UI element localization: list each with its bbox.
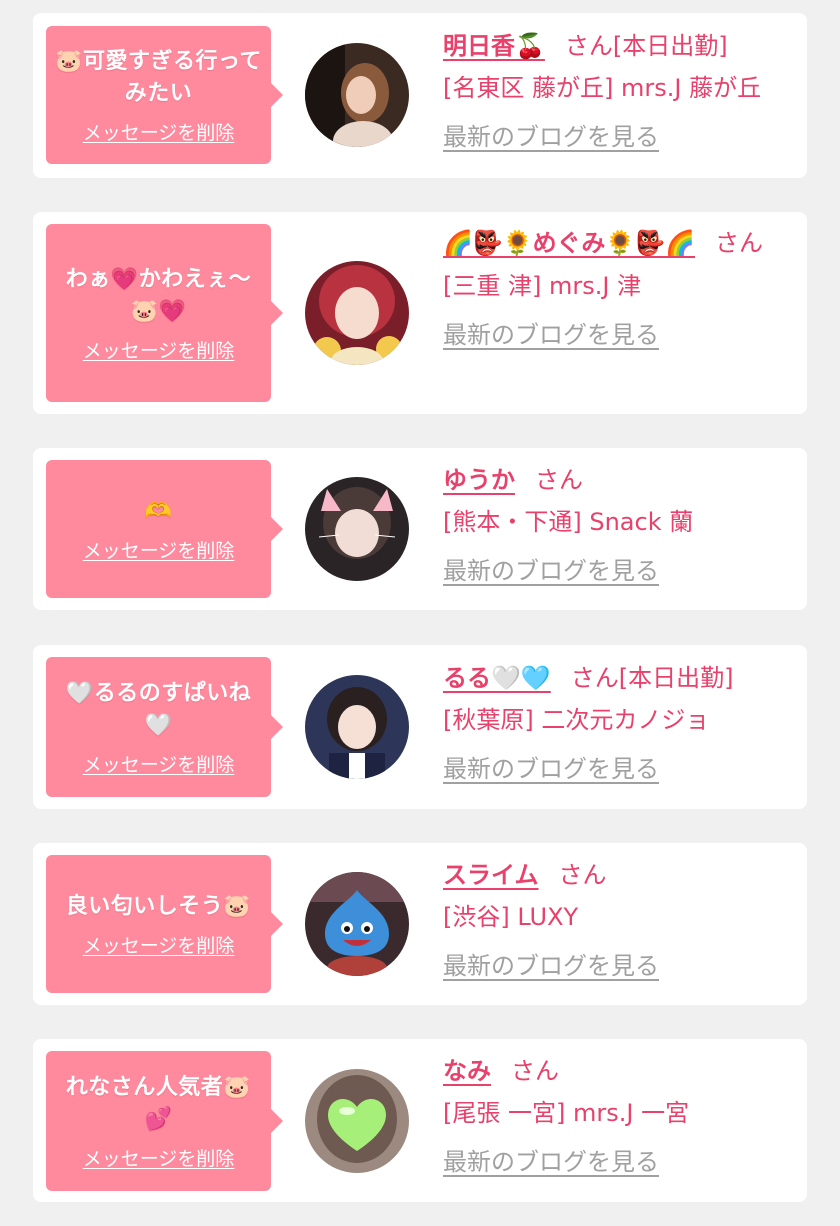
latest-blog-link[interactable]: 最新のブログを見る bbox=[443, 949, 659, 983]
profile-name-link[interactable]: スライム bbox=[443, 861, 539, 889]
heart-covered-photo-icon bbox=[305, 1069, 409, 1173]
profile-info: なみ さん [尾張 一宮] mrs.J 一宮 最新のブログを見る bbox=[443, 1053, 795, 1179]
avatar[interactable] bbox=[305, 261, 409, 365]
name-line: ゆうか さん bbox=[443, 462, 795, 498]
name-line: 🌈👺🌻めぐみ🌻👺🌈 さん bbox=[443, 224, 795, 262]
profile-name-link[interactable]: ゆうか bbox=[443, 466, 515, 494]
shop-info: [秋葉原] 二次元カノジョ bbox=[443, 706, 710, 734]
honorific: さん bbox=[511, 1057, 559, 1085]
woman-photo-icon bbox=[305, 261, 409, 365]
message-bubble: 🤍るるのすぱいね🤍 メッセージを削除 bbox=[46, 657, 283, 797]
profile-info: 明日香🍒 さん[本日出勤] [名東区 藤が丘] mrs.J 藤が丘 最新のブログを… bbox=[443, 28, 795, 154]
woman-photo-icon bbox=[305, 675, 409, 779]
profile-info: スライム さん [渋谷] LUXY 最新のブログを見る bbox=[443, 857, 795, 983]
profile-name-link[interactable]: 🌈👺🌻めぐみ🌻👺🌈 bbox=[443, 229, 695, 257]
message-bubble: 🫶 メッセージを削除 bbox=[46, 460, 283, 598]
profile-name-link[interactable]: るる🤍🩵 bbox=[443, 664, 551, 692]
message-card: 🫶 メッセージを削除 ゆうか さん [熊本・下通] Snack 蘭 最新のブログを… bbox=[33, 448, 807, 610]
avatar[interactable] bbox=[305, 43, 409, 147]
name-line: 明日香🍒 さん[本日出勤] bbox=[443, 28, 795, 64]
message-card: わぁ💗かわえぇ〜🐷💗 メッセージを削除 🌈👺🌻めぐみ🌻👺🌈 さん [三重 津] m… bbox=[33, 212, 807, 414]
message-card: 🐷可愛すぎる行ってみたい メッセージを削除 明日香🍒 さん[本日出勤] [名東区 … bbox=[33, 13, 807, 178]
shop-info: [名東区 藤が丘] mrs.J 藤が丘 bbox=[443, 74, 762, 102]
delete-message-link[interactable]: メッセージを削除 bbox=[83, 118, 235, 145]
honorific: さん bbox=[535, 466, 583, 494]
profile-name-link[interactable]: なみ bbox=[443, 1057, 491, 1085]
message-card: 良い匂いしそう🐷 メッセージを削除 スライム さん [渋谷] LUXY 最新のブロ… bbox=[33, 843, 807, 1005]
latest-blog-link[interactable]: 最新のブログを見る bbox=[443, 120, 659, 154]
honorific: さん bbox=[570, 664, 619, 692]
delete-message-link[interactable]: メッセージを削除 bbox=[83, 1144, 235, 1171]
message-card: 🤍るるのすぱいね🤍 メッセージを削除 るる🤍🩵 さん[本日出勤] [秋葉原] 二次… bbox=[33, 645, 807, 809]
woman-photo-icon bbox=[305, 477, 409, 581]
honorific: さん bbox=[715, 229, 764, 257]
woman-photo-icon bbox=[305, 43, 409, 147]
avatar[interactable] bbox=[305, 477, 409, 581]
avatar[interactable] bbox=[305, 1069, 409, 1173]
message-bubble: わぁ💗かわえぇ〜🐷💗 メッセージを削除 bbox=[46, 224, 283, 402]
profile-info: ゆうか さん [熊本・下通] Snack 蘭 最新のブログを見る bbox=[443, 462, 795, 588]
message-bubble: れなさん人気者🐷💕 メッセージを削除 bbox=[46, 1051, 283, 1191]
name-line: スライム さん bbox=[443, 857, 795, 893]
shop-info: [熊本・下通] Snack 蘭 bbox=[443, 508, 694, 536]
profile-name-link[interactable]: 明日香🍒 bbox=[443, 32, 545, 60]
message-text: 🤍るるのすぱいね🤍 bbox=[65, 680, 252, 738]
honorific: さん bbox=[558, 861, 607, 889]
message-text: 良い匂いしそう🐷 bbox=[65, 893, 252, 919]
profile-info: 🌈👺🌻めぐみ🌻👺🌈 さん [三重 津] mrs.J 津 最新のブログを見る bbox=[443, 224, 795, 352]
status-badge: [本日出勤] bbox=[612, 32, 728, 60]
avatar[interactable] bbox=[305, 872, 409, 976]
latest-blog-link[interactable]: 最新のブログを見る bbox=[443, 318, 659, 352]
honorific: さん bbox=[564, 32, 613, 60]
message-text: わぁ💗かわえぇ〜🐷💗 bbox=[65, 266, 252, 324]
message-text: れなさん人気者🐷💕 bbox=[65, 1074, 252, 1132]
name-line: るる🤍🩵 さん[本日出勤] bbox=[443, 660, 795, 696]
message-bubble: 🐷可愛すぎる行ってみたい メッセージを削除 bbox=[46, 26, 283, 164]
slime-photo-icon bbox=[305, 872, 409, 976]
name-line: なみ さん bbox=[443, 1053, 795, 1089]
shop-info: [三重 津] mrs.J 津 bbox=[443, 272, 642, 300]
shop-info: [尾張 一宮] mrs.J 一宮 bbox=[443, 1099, 690, 1127]
delete-message-link[interactable]: メッセージを削除 bbox=[83, 931, 235, 958]
delete-message-link[interactable]: メッセージを削除 bbox=[83, 536, 235, 563]
profile-info: るる🤍🩵 さん[本日出勤] [秋葉原] 二次元カノジョ 最新のブログを見る bbox=[443, 660, 795, 786]
latest-blog-link[interactable]: 最新のブログを見る bbox=[443, 554, 659, 588]
avatar[interactable] bbox=[305, 675, 409, 779]
shop-info: [渋谷] LUXY bbox=[443, 903, 579, 931]
delete-message-link[interactable]: メッセージを削除 bbox=[83, 750, 235, 777]
delete-message-link[interactable]: メッセージを削除 bbox=[83, 336, 235, 363]
latest-blog-link[interactable]: 最新のブログを見る bbox=[443, 752, 659, 786]
message-text: 🐷可愛すぎる行ってみたい bbox=[55, 48, 262, 106]
message-card: れなさん人気者🐷💕 メッセージを削除 なみ さん [尾張 一宮] mrs.J 一宮… bbox=[33, 1039, 807, 1202]
message-bubble: 良い匂いしそう🐷 メッセージを削除 bbox=[46, 855, 283, 993]
status-badge: [本日出勤] bbox=[618, 664, 734, 692]
latest-blog-link[interactable]: 最新のブログを見る bbox=[443, 1145, 659, 1179]
message-text: 🫶 bbox=[144, 498, 173, 524]
